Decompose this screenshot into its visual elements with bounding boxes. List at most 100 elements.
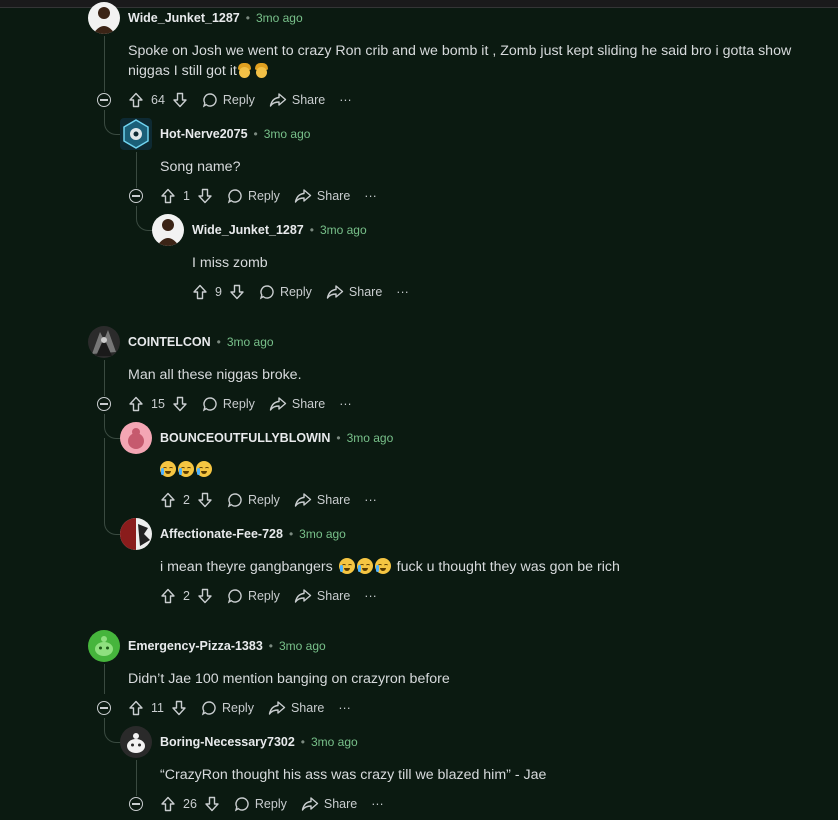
username[interactable]: Wide_Junket_1287 bbox=[128, 11, 240, 25]
comment-body bbox=[160, 460, 214, 480]
avatar[interactable] bbox=[120, 726, 152, 758]
username[interactable]: COINTELCON bbox=[128, 335, 211, 349]
more-options-button[interactable]: ··· bbox=[371, 797, 384, 811]
upvote-button[interactable] bbox=[160, 588, 176, 604]
share-arrow-icon bbox=[326, 285, 344, 299]
upvote-button[interactable] bbox=[160, 188, 176, 204]
username[interactable]: Hot-Nerve2075 bbox=[160, 127, 248, 141]
share-button[interactable]: Share bbox=[268, 700, 324, 716]
downvote-button[interactable] bbox=[171, 700, 187, 716]
timestamp[interactable]: 3mo ago bbox=[279, 639, 326, 653]
avatar[interactable] bbox=[120, 118, 152, 150]
collapse-thread-button[interactable] bbox=[97, 93, 111, 107]
avatar[interactable] bbox=[152, 214, 184, 246]
share-button[interactable]: Share bbox=[294, 588, 350, 604]
comment-text: Didn’t Jae 100 mention banging on crazyr… bbox=[128, 671, 450, 687]
timestamp[interactable]: 3mo ago bbox=[227, 335, 274, 349]
timestamp[interactable]: 3mo ago bbox=[256, 11, 303, 25]
avatar[interactable] bbox=[88, 326, 120, 358]
downvote-button[interactable] bbox=[172, 396, 188, 412]
collapse-thread-button[interactable] bbox=[97, 397, 111, 411]
arrow-up-icon bbox=[161, 588, 175, 604]
share-button[interactable]: Share bbox=[301, 796, 357, 812]
arrow-down-icon bbox=[173, 92, 187, 108]
reply-button[interactable]: Reply bbox=[234, 796, 287, 812]
timestamp[interactable]: 3mo ago bbox=[320, 223, 367, 237]
share-button[interactable]: Share bbox=[269, 396, 325, 412]
share-button[interactable]: Share bbox=[294, 492, 350, 508]
username[interactable]: Emergency-Pizza-1383 bbox=[128, 639, 263, 653]
crying-face-icon bbox=[160, 461, 176, 477]
arrow-down-icon bbox=[172, 700, 186, 716]
avatar[interactable] bbox=[88, 630, 120, 662]
top-bar bbox=[0, 0, 838, 8]
username[interactable]: Affectionate-Fee-728 bbox=[160, 527, 283, 541]
emoji-icon bbox=[254, 62, 269, 78]
upvote-button[interactable] bbox=[128, 92, 144, 108]
thread-line bbox=[104, 360, 105, 396]
timestamp[interactable]: 3mo ago bbox=[347, 431, 394, 445]
username[interactable]: Boring-Necessary7302 bbox=[160, 735, 295, 749]
more-options-button[interactable]: ··· bbox=[364, 189, 377, 203]
timestamp[interactable]: 3mo ago bbox=[299, 527, 346, 541]
upvote-button[interactable] bbox=[192, 284, 208, 300]
upvote-button[interactable] bbox=[128, 396, 144, 412]
more-options-button[interactable]: ··· bbox=[338, 701, 351, 715]
share-button[interactable]: Share bbox=[269, 92, 325, 108]
upvote-button[interactable] bbox=[128, 700, 144, 716]
reply-button[interactable]: Reply bbox=[227, 492, 280, 508]
more-options-button[interactable]: ··· bbox=[396, 285, 409, 299]
more-options-button[interactable]: ··· bbox=[364, 589, 377, 603]
separator-dot: • bbox=[268, 639, 273, 653]
reply-button[interactable]: Reply bbox=[202, 92, 255, 108]
timestamp[interactable]: 3mo ago bbox=[311, 735, 358, 749]
arrow-up-icon bbox=[129, 700, 143, 716]
share-arrow-icon bbox=[269, 93, 287, 107]
downvote-button[interactable] bbox=[204, 796, 220, 812]
collapse-thread-button[interactable] bbox=[129, 189, 143, 203]
comment-header: BOUNCEOUTFULLYBLOWIN • 3mo ago bbox=[160, 428, 393, 448]
comment-header: Affectionate-Fee-728 • 3mo ago bbox=[160, 524, 346, 544]
share-button[interactable]: Share bbox=[326, 284, 382, 300]
vote-count: 26 bbox=[183, 797, 197, 811]
thread-connector bbox=[104, 510, 121, 535]
comment-header: Wide_Junket_1287 • 3mo ago bbox=[192, 220, 367, 240]
comment-actions: 26 Reply Share ··· bbox=[160, 792, 384, 816]
upvote-button[interactable] bbox=[160, 492, 176, 508]
reply-button[interactable]: Reply bbox=[202, 396, 255, 412]
comment-header: COINTELCON • 3mo ago bbox=[128, 332, 274, 352]
share-button[interactable]: Share bbox=[294, 188, 350, 204]
username[interactable]: BOUNCEOUTFULLYBLOWIN bbox=[160, 431, 330, 445]
downvote-button[interactable] bbox=[172, 92, 188, 108]
downvote-button[interactable] bbox=[229, 284, 245, 300]
avatar[interactable] bbox=[120, 422, 152, 454]
thread-connector bbox=[136, 206, 153, 231]
crying-face-icon bbox=[338, 558, 355, 574]
reply-button[interactable]: Reply bbox=[259, 284, 312, 300]
avatar[interactable] bbox=[88, 2, 120, 34]
reply-button[interactable]: Reply bbox=[201, 700, 254, 716]
share-arrow-icon bbox=[294, 589, 312, 603]
downvote-button[interactable] bbox=[197, 588, 213, 604]
downvote-button[interactable] bbox=[197, 492, 213, 508]
share-arrow-icon bbox=[294, 189, 312, 203]
reply-button[interactable]: Reply bbox=[227, 588, 280, 604]
comment-body: Spoke on Josh we went to crazy Ron crib … bbox=[128, 41, 791, 81]
more-options-button[interactable]: ··· bbox=[339, 93, 352, 107]
more-options-button[interactable]: ··· bbox=[339, 397, 352, 411]
separator-dot: • bbox=[336, 431, 341, 445]
downvote-button[interactable] bbox=[197, 188, 213, 204]
comment-bubble-icon bbox=[227, 493, 242, 508]
collapse-thread-button[interactable] bbox=[129, 797, 143, 811]
username[interactable]: Wide_Junket_1287 bbox=[192, 223, 304, 237]
comment-body: i mean theyre gangbangers fuck u thought… bbox=[160, 557, 620, 577]
comment-header: Wide_Junket_1287 • 3mo ago bbox=[128, 8, 303, 28]
arrow-down-icon bbox=[173, 396, 187, 412]
upvote-button[interactable] bbox=[160, 796, 176, 812]
avatar[interactable] bbox=[120, 518, 152, 550]
more-options-button[interactable]: ··· bbox=[364, 493, 377, 507]
timestamp[interactable]: 3mo ago bbox=[264, 127, 311, 141]
reply-button[interactable]: Reply bbox=[227, 188, 280, 204]
separator-dot: • bbox=[245, 11, 250, 25]
collapse-thread-button[interactable] bbox=[97, 701, 111, 715]
